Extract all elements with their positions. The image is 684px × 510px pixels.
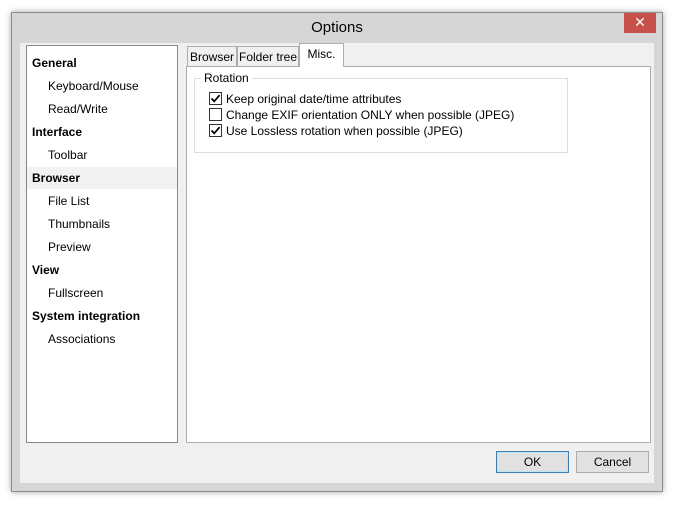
lossless-rotation-label: Use Lossless rotation when possible (JPE… (226, 124, 463, 138)
nav-item-read-write[interactable]: Read/Write (27, 98, 177, 120)
category-tree[interactable]: General Keyboard/Mouse Read/Write Interf… (26, 45, 178, 443)
nav-item-preview[interactable]: Preview (27, 236, 177, 258)
rotation-groupbox: Rotation Keep original date/time attribu… (194, 71, 568, 153)
tab-misc[interactable]: Misc. (299, 43, 344, 67)
change-exif-option[interactable]: Change EXIF orientation ONLY when possib… (209, 107, 514, 123)
ok-button[interactable]: OK (496, 451, 569, 473)
window-title: Options (311, 19, 363, 36)
tab-folder-tree[interactable]: Folder tree (237, 46, 299, 67)
close-button[interactable]: ✕ (624, 13, 656, 33)
nav-item-file-list[interactable]: File List (27, 190, 177, 212)
nav-item-interface[interactable]: Interface (27, 121, 177, 143)
lossless-rotation-option[interactable]: Use Lossless rotation when possible (JPE… (209, 123, 463, 139)
keep-date-option[interactable]: Keep original date/time attributes (209, 91, 401, 107)
cancel-button[interactable]: Cancel (576, 451, 649, 473)
change-exif-checkbox[interactable] (209, 108, 222, 122)
nav-item-browser[interactable]: Browser (27, 167, 177, 189)
tab-browser[interactable]: Browser (187, 46, 237, 67)
title-bar[interactable]: Options ✕ (12, 13, 662, 43)
close-icon: ✕ (634, 15, 646, 31)
nav-item-general[interactable]: General (27, 52, 177, 74)
nav-item-view[interactable]: View (27, 259, 177, 281)
nav-item-thumbnails[interactable]: Thumbnails (27, 213, 177, 235)
keep-date-label: Keep original date/time attributes (226, 92, 402, 106)
checkmark-icon (210, 94, 221, 103)
misc-tab-panel: Rotation Keep original date/time attribu… (186, 66, 651, 443)
rotation-group-label: Rotation (201, 71, 252, 85)
nav-item-system-integration[interactable]: System integration (27, 305, 177, 327)
dialog-client-area: General Keyboard/Mouse Read/Write Interf… (20, 43, 654, 483)
nav-item-keyboard-mouse[interactable]: Keyboard/Mouse (27, 75, 177, 97)
nav-item-associations[interactable]: Associations (27, 328, 177, 350)
nav-item-fullscreen[interactable]: Fullscreen (27, 282, 177, 304)
options-window: Options ✕ General Keyboard/Mouse Read/Wr… (11, 12, 663, 492)
nav-item-toolbar[interactable]: Toolbar (27, 144, 177, 166)
checkmark-icon (210, 126, 221, 135)
lossless-rotation-checkbox[interactable] (209, 124, 222, 138)
keep-date-checkbox[interactable] (209, 92, 222, 106)
change-exif-label: Change EXIF orientation ONLY when possib… (226, 108, 515, 122)
